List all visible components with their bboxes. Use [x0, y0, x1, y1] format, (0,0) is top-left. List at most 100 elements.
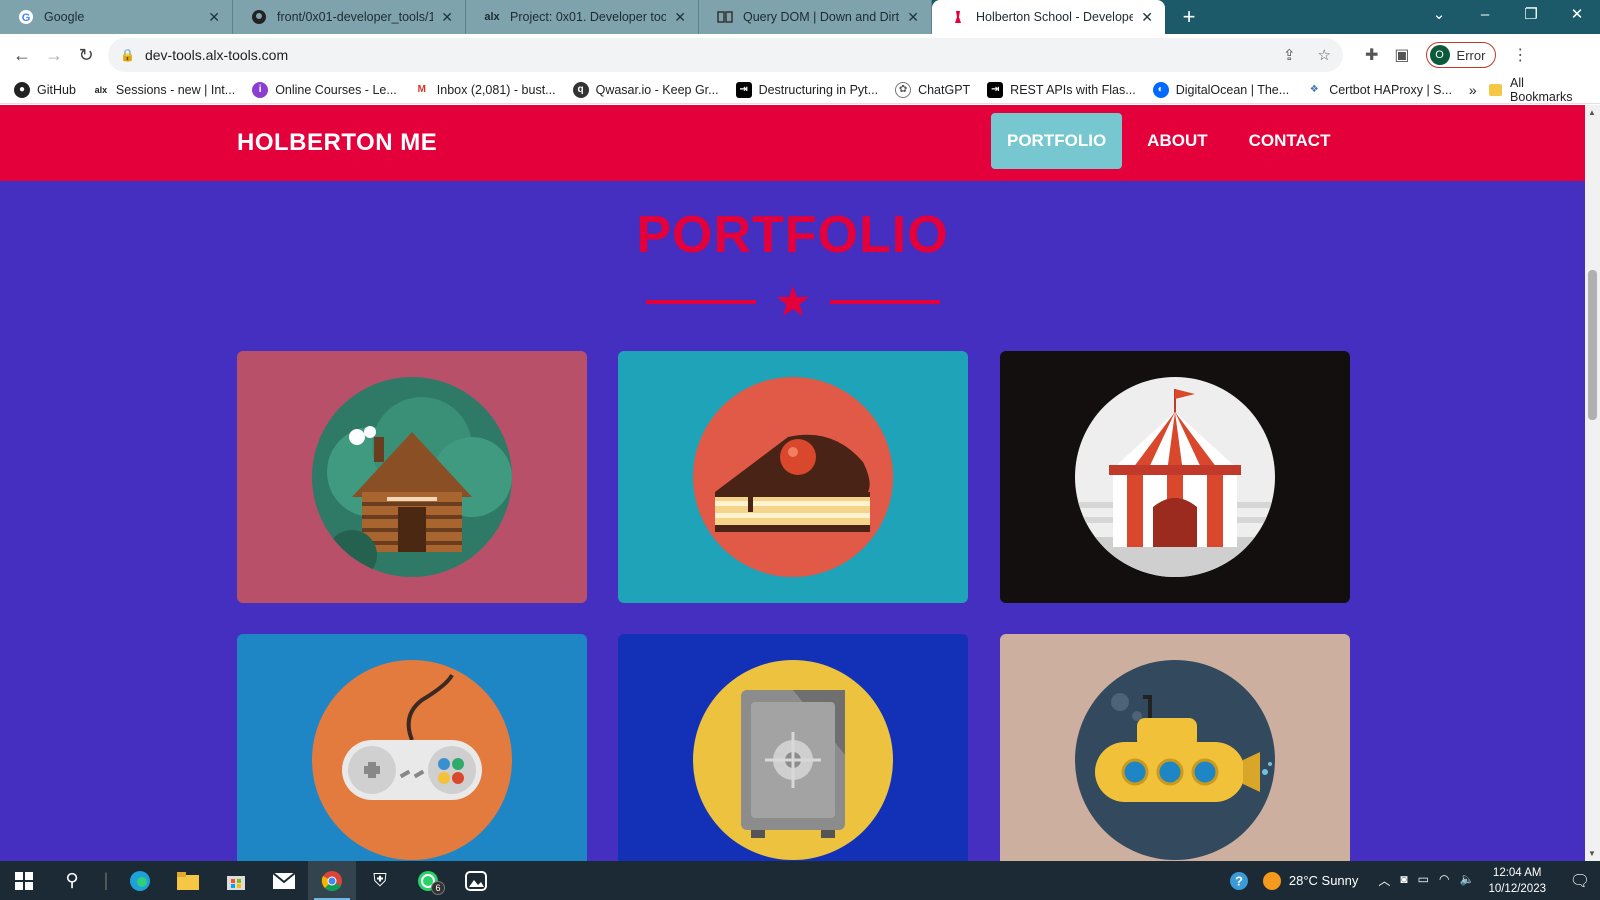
folder-icon: [1488, 83, 1503, 96]
windows-taskbar: ⚲ | ⛨ 6 ? 28°C Sunny ︿ ◙ ▭ ◠ 🔈 12:04 AM …: [0, 861, 1600, 900]
bookmark-item[interactable]: ● GitHub: [14, 81, 76, 98]
scroll-thumb[interactable]: [1588, 270, 1597, 420]
submarine-icon: [1075, 660, 1275, 860]
minimize-icon[interactable]: –: [1462, 0, 1508, 34]
reload-icon[interactable]: ↻: [70, 45, 102, 66]
site-nav-links: PORTFOLIO ABOUT CONTACT: [991, 113, 1355, 169]
extensions-icon[interactable]: ✚: [1365, 45, 1378, 65]
close-icon[interactable]: ✕: [208, 9, 220, 26]
nav-about[interactable]: ABOUT: [1131, 113, 1223, 169]
svg-text:?: ?: [1235, 873, 1243, 888]
mail-icon[interactable]: [260, 861, 308, 900]
chevron-up-icon[interactable]: ︿: [1378, 872, 1390, 889]
window-controls: ⌄ – ❐ ✕: [1416, 0, 1600, 34]
close-icon[interactable]: ✕: [1141, 9, 1153, 26]
bookmark-item[interactable]: ◐ DigitalOcean | The...: [1152, 81, 1289, 98]
bookmark-item[interactable]: ✿ ChatGPT: [895, 81, 970, 98]
volume-icon[interactable]: 🔈: [1459, 872, 1474, 889]
whatsapp-badge: 6: [431, 881, 445, 895]
profile-status: Error: [1456, 47, 1486, 63]
whatsapp-icon[interactable]: 6: [404, 861, 452, 900]
bookmark-star-icon[interactable]: ☆: [1318, 46, 1331, 64]
chatgpt-icon: ✿: [895, 81, 912, 98]
search-icon[interactable]: ⚲: [48, 861, 96, 900]
github-icon: ●: [14, 81, 30, 98]
side-panel-icon[interactable]: ▣: [1394, 45, 1409, 65]
battery-icon[interactable]: ▭: [1418, 872, 1429, 889]
clock[interactable]: 12:04 AM 10/12/2023: [1488, 865, 1546, 897]
certbot-icon: ❖: [1309, 84, 1319, 95]
chrome-icon[interactable]: [308, 861, 356, 900]
game-controller-icon: [312, 660, 512, 860]
alx-icon: alx: [94, 84, 108, 95]
tab-holberton[interactable]: Holberton School - Developer to ✕: [932, 0, 1165, 34]
menu-icon[interactable]: ⋮: [1512, 45, 1528, 65]
circus-tent-icon: [1075, 377, 1275, 577]
tab-github[interactable]: front/0x01-developer_tools/1-ch ✕: [233, 0, 466, 34]
browser-tabstrip: G Google ✕ front/0x01-developer_tools/1-…: [0, 0, 1600, 34]
site-navbar: HOLBERTON ME PORTFOLIO ABOUT CONTACT: [0, 105, 1585, 181]
system-tray: ︿ ◙ ▭ ◠ 🔈: [1378, 872, 1474, 889]
new-tab-button[interactable]: +: [1175, 3, 1203, 31]
share-icon[interactable]: ⇪: [1283, 46, 1296, 64]
profile-button[interactable]: O Error: [1425, 42, 1497, 68]
star-icon: [777, 286, 809, 316]
cabin-icon: [312, 377, 512, 577]
close-icon[interactable]: ✕: [674, 9, 686, 26]
safe-icon: [693, 660, 893, 860]
tab-project[interactable]: alx Project: 0x01. Developer tools | ✕: [466, 0, 699, 34]
avatar: O: [1429, 45, 1450, 65]
bookmark-item[interactable]: alx Sessions - new | Int...: [93, 82, 236, 98]
help-icon[interactable]: ?: [1215, 861, 1263, 900]
portfolio-item-circus[interactable]: [1000, 351, 1350, 603]
back-icon[interactable]: ←: [6, 45, 38, 66]
windows-start-icon[interactable]: [0, 861, 48, 900]
bookmark-item[interactable]: ⇥ REST APIs with Flas...: [987, 81, 1136, 98]
bookmark-item[interactable]: i Online Courses - Le...: [252, 81, 397, 98]
restore-icon[interactable]: ❐: [1508, 0, 1554, 34]
portfolio-item-cake[interactable]: [618, 351, 968, 603]
close-window-icon[interactable]: ✕: [1554, 0, 1600, 34]
nav-portfolio[interactable]: PORTFOLIO: [991, 113, 1123, 169]
address-bar-row: ← → ↻ 🔒 dev-tools.alx-tools.com ⇪ ☆ ✚ ▣ …: [0, 34, 1600, 76]
store-icon[interactable]: [212, 861, 260, 900]
security-shield-icon[interactable]: ⛨: [356, 861, 404, 900]
wifi-icon[interactable]: ◠: [1439, 872, 1449, 889]
site-brand[interactable]: HOLBERTON ME: [237, 129, 437, 157]
close-icon[interactable]: ✕: [907, 9, 919, 26]
scroll-up-icon[interactable]: ▲: [1588, 108, 1596, 117]
bookmark-item[interactable]: ⇥ Destructuring in Pyt...: [735, 81, 878, 98]
forward-icon[interactable]: →: [38, 45, 70, 66]
book-icon: [717, 9, 733, 25]
portfolio-item-cabin[interactable]: [237, 351, 587, 603]
holberton-icon: [950, 9, 966, 25]
close-icon[interactable]: ✕: [441, 9, 453, 26]
portfolio-item-submarine[interactable]: [1000, 634, 1350, 861]
portfolio-item-game[interactable]: [237, 634, 587, 861]
photos-icon[interactable]: [452, 861, 500, 900]
bookmark-item[interactable]: M Inbox (2,081) - bust...: [414, 82, 556, 98]
portfolio-item-safe[interactable]: [618, 634, 968, 861]
edge-icon[interactable]: [116, 861, 164, 900]
chevron-more-icon[interactable]: »: [1469, 82, 1477, 98]
nav-contact[interactable]: CONTACT: [1233, 113, 1347, 169]
google-icon: G: [18, 9, 34, 25]
tab-query-dom[interactable]: Query DOM | Down and Dirty w ✕: [699, 0, 932, 34]
tab-google[interactable]: G Google ✕: [0, 0, 233, 34]
divider-line: [830, 300, 940, 304]
scroll-down-icon[interactable]: ▼: [1588, 849, 1596, 858]
tab-search-icon[interactable]: ⌄: [1416, 0, 1462, 34]
bookmark-item[interactable]: ❖ Certbot HAProxy | S...: [1306, 82, 1452, 98]
all-bookmarks-button[interactable]: All Bookmarks: [1488, 76, 1586, 104]
weather-widget[interactable]: 28°C Sunny: [1262, 871, 1358, 890]
notification-icon[interactable]: 🗨: [1560, 871, 1600, 891]
url-input[interactable]: 🔒 dev-tools.alx-tools.com ⇪ ☆: [108, 38, 1343, 72]
file-explorer-icon[interactable]: [164, 861, 212, 900]
page-scrollbar[interactable]: ▲ ▼: [1585, 105, 1600, 861]
star-divider: [646, 285, 940, 316]
github-icon: [251, 9, 267, 25]
alx-icon: alx: [484, 11, 500, 23]
course-icon: i: [252, 81, 269, 98]
bookmark-item[interactable]: q Qwasar.io - Keep Gr...: [572, 81, 719, 98]
webcam-icon[interactable]: ◙: [1400, 872, 1407, 889]
